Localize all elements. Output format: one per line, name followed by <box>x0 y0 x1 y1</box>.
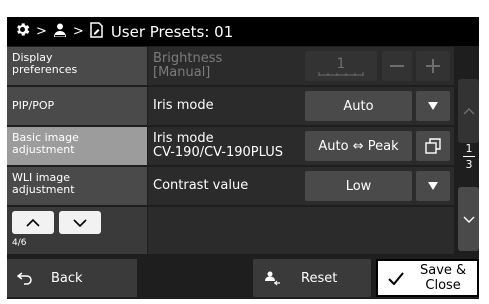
brightness-value: 1 <box>305 51 377 81</box>
iris-mode-cv190-value[interactable]: Auto ⇔ Peak <box>305 131 412 161</box>
save-close-label-line: Save & <box>420 263 467 278</box>
setting-row-iris-mode: Iris mode Auto <box>148 87 454 127</box>
window-switch-icon <box>425 138 441 154</box>
caret-down-icon <box>428 102 438 110</box>
brightness-decrease-button[interactable] <box>382 51 412 81</box>
scroll-up-button[interactable] <box>458 79 479 143</box>
sidebar-item-label: PIP/POP <box>12 99 55 112</box>
caret-down-icon <box>428 182 438 190</box>
setting-label-line: Brightness <box>153 51 223 66</box>
sidebar-item-basic-image-adjustment[interactable]: Basic image adjustment <box>7 127 147 167</box>
back-button-label: Back <box>51 270 83 286</box>
brightness-scale <box>318 72 364 76</box>
scroll-down-button[interactable] <box>458 187 479 251</box>
sidebar-page-indicator: 4/6 <box>12 238 27 248</box>
sidebar-pager: 4/6 <box>7 207 147 254</box>
setting-row-brightness: Brightness [Manual] 1 <box>148 47 454 87</box>
user-reset-icon <box>265 271 280 286</box>
brightness-value-text: 1 <box>336 56 346 72</box>
back-arrow-icon <box>17 272 32 285</box>
breadcrumb-separator: > <box>36 24 47 39</box>
page-indicator: 1 3 <box>459 142 479 171</box>
setting-label: Iris mode CV-190/CV-190PLUS <box>153 127 283 165</box>
back-button[interactable]: Back <box>7 259 137 297</box>
chevron-down-icon <box>463 216 474 223</box>
setting-row-contrast-value: Contrast value Low <box>148 167 454 207</box>
breadcrumb-separator: > <box>72 24 84 39</box>
gear-icon <box>14 21 31 42</box>
brightness-increase-button[interactable] <box>416 51 450 81</box>
contrast-value-dropdown[interactable]: Low <box>305 171 412 201</box>
checkmark-icon <box>388 271 404 285</box>
setting-row-iris-mode-cv190: Iris mode CV-190/CV-190PLUS Auto ⇔ Peak <box>148 127 454 167</box>
setting-label-line: [Manual] <box>153 65 211 80</box>
page-title: User Presets: 01 <box>110 22 234 41</box>
setting-label: Iris mode <box>153 98 214 113</box>
chevron-up-icon <box>463 107 474 114</box>
iris-mode-cv190-switch-button[interactable] <box>416 131 450 161</box>
save-close-button[interactable]: Save & Close <box>376 259 479 297</box>
contrast-value-dropdown-button[interactable] <box>416 171 450 201</box>
title-bar: > > User Presets: 01 <box>7 17 479 46</box>
reset-button-label: Reset <box>301 270 338 286</box>
chevron-down-icon <box>73 218 87 227</box>
save-close-label-line: Close <box>425 278 461 293</box>
minus-icon <box>390 65 404 67</box>
sidebar-item-label: adjustment <box>12 183 75 196</box>
sidebar-item-label: adjustment <box>12 143 75 156</box>
sidebar: Display preferences PIP/POP Basic image … <box>7 47 147 254</box>
breadcrumb: > > User Presets: 01 <box>14 21 233 42</box>
endoscope-screen: > > User Presets: 01 Display preferences… <box>7 17 479 299</box>
setting-label-line: CV-190/CV-190PLUS <box>153 145 284 160</box>
page-total: 3 <box>465 158 473 171</box>
preset-icon <box>89 21 104 42</box>
sidebar-item-pip-pop[interactable]: PIP/POP <box>7 87 147 127</box>
bottom-bar: Back Reset Save & Close <box>7 255 479 299</box>
setting-label-line: Iris mode <box>153 131 214 146</box>
page-scroller: 1 3 <box>455 47 479 254</box>
page-current: 1 <box>465 142 473 155</box>
iris-mode-dropdown[interactable]: Auto <box>305 91 412 121</box>
sidebar-up-button[interactable] <box>12 211 54 234</box>
setting-row-empty <box>148 207 454 254</box>
reset-button[interactable]: Reset <box>253 259 371 297</box>
setting-label: Brightness [Manual] <box>153 47 222 85</box>
setting-label: Contrast value <box>153 178 249 193</box>
plus-icon <box>426 59 440 73</box>
chevron-up-icon <box>26 218 40 227</box>
save-close-label: Save & Close <box>420 263 466 293</box>
sidebar-item-display-preferences[interactable]: Display preferences <box>7 47 147 87</box>
iris-mode-dropdown-button[interactable] <box>416 91 450 121</box>
sidebar-item-label: preferences <box>12 63 78 76</box>
user-icon <box>52 22 68 42</box>
sidebar-down-button[interactable] <box>59 211 101 234</box>
sidebar-item-wli-image-adjustment[interactable]: WLI image adjustment <box>7 167 147 207</box>
